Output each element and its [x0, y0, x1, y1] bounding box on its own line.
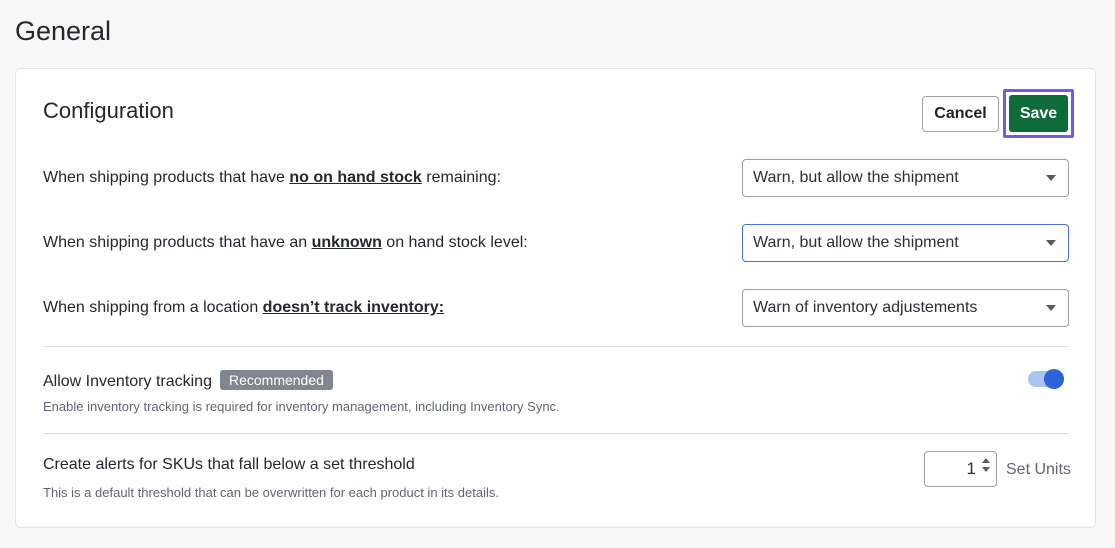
unknown-stock-rule-suffix: on hand stock level:: [381, 234, 528, 251]
units-label: Set Units: [1006, 461, 1071, 478]
cancel-button[interactable]: Cancel: [922, 96, 999, 132]
untracked-location-rule-value: Warn of inventory adjustements: [753, 299, 978, 316]
inventory-tracking-description: Enable inventory tracking is required fo…: [43, 399, 560, 414]
no-stock-rule-suffix: remaining:: [421, 169, 501, 186]
configuration-title: Configuration: [43, 98, 174, 123]
untracked-location-rule-label: When shipping from a location doesn’t tr…: [43, 299, 444, 317]
chevron-down-icon: [1046, 175, 1056, 181]
chevron-down-icon: [1046, 305, 1056, 311]
inventory-tracking-label: Allow Inventory tracking Recommended: [43, 370, 333, 391]
configuration-card: Configuration Cancel Save When shipping …: [15, 68, 1096, 528]
threshold-value: 1: [966, 459, 976, 478]
section-divider: [43, 346, 1069, 347]
no-stock-rule-emphasis: no on hand stock: [289, 169, 422, 186]
decrement-arrow-icon[interactable]: [982, 467, 990, 472]
no-stock-rule-value: Warn, but allow the shipment: [753, 169, 959, 186]
threshold-quantity-stepper[interactable]: 1: [924, 451, 997, 487]
untracked-location-rule-prefix: When shipping from a location: [43, 299, 263, 316]
stepper-arrows: [982, 458, 990, 472]
page-title: General: [15, 16, 112, 46]
threshold-alert-label: Create alerts for SKUs that fall below a…: [43, 456, 415, 473]
inventory-tracking-title: Allow Inventory tracking: [43, 373, 212, 390]
save-button[interactable]: Save: [1009, 95, 1068, 132]
unknown-stock-rule-emphasis: unknown: [311, 234, 382, 251]
no-stock-rule-label: When shipping products that have no on h…: [43, 169, 501, 187]
chevron-down-icon: [1046, 240, 1056, 246]
inventory-tracking-toggle[interactable]: [1028, 369, 1064, 389]
no-stock-rule-select[interactable]: Warn, but allow the shipment: [742, 159, 1069, 197]
no-stock-rule-prefix: When shipping products that have: [43, 169, 290, 186]
unknown-stock-rule-value: Warn, but allow the shipment: [753, 234, 959, 251]
increment-arrow-icon[interactable]: [982, 458, 990, 463]
unknown-stock-rule-select[interactable]: Warn, but allow the shipment: [742, 224, 1069, 262]
recommended-badge: Recommended: [219, 370, 333, 390]
save-button-focus-ring: Save: [1003, 89, 1074, 138]
unknown-stock-rule-prefix: When shipping products that have an: [43, 234, 312, 251]
threshold-alert-description: This is a default threshold that can be …: [43, 485, 499, 500]
toggle-knob: [1044, 369, 1064, 389]
untracked-location-rule-emphasis: doesn’t track inventory:: [262, 299, 445, 316]
unknown-stock-rule-label: When shipping products that have an unkn…: [43, 234, 528, 252]
section-divider: [43, 433, 1069, 434]
untracked-location-rule-select[interactable]: Warn of inventory adjustements: [742, 289, 1069, 327]
